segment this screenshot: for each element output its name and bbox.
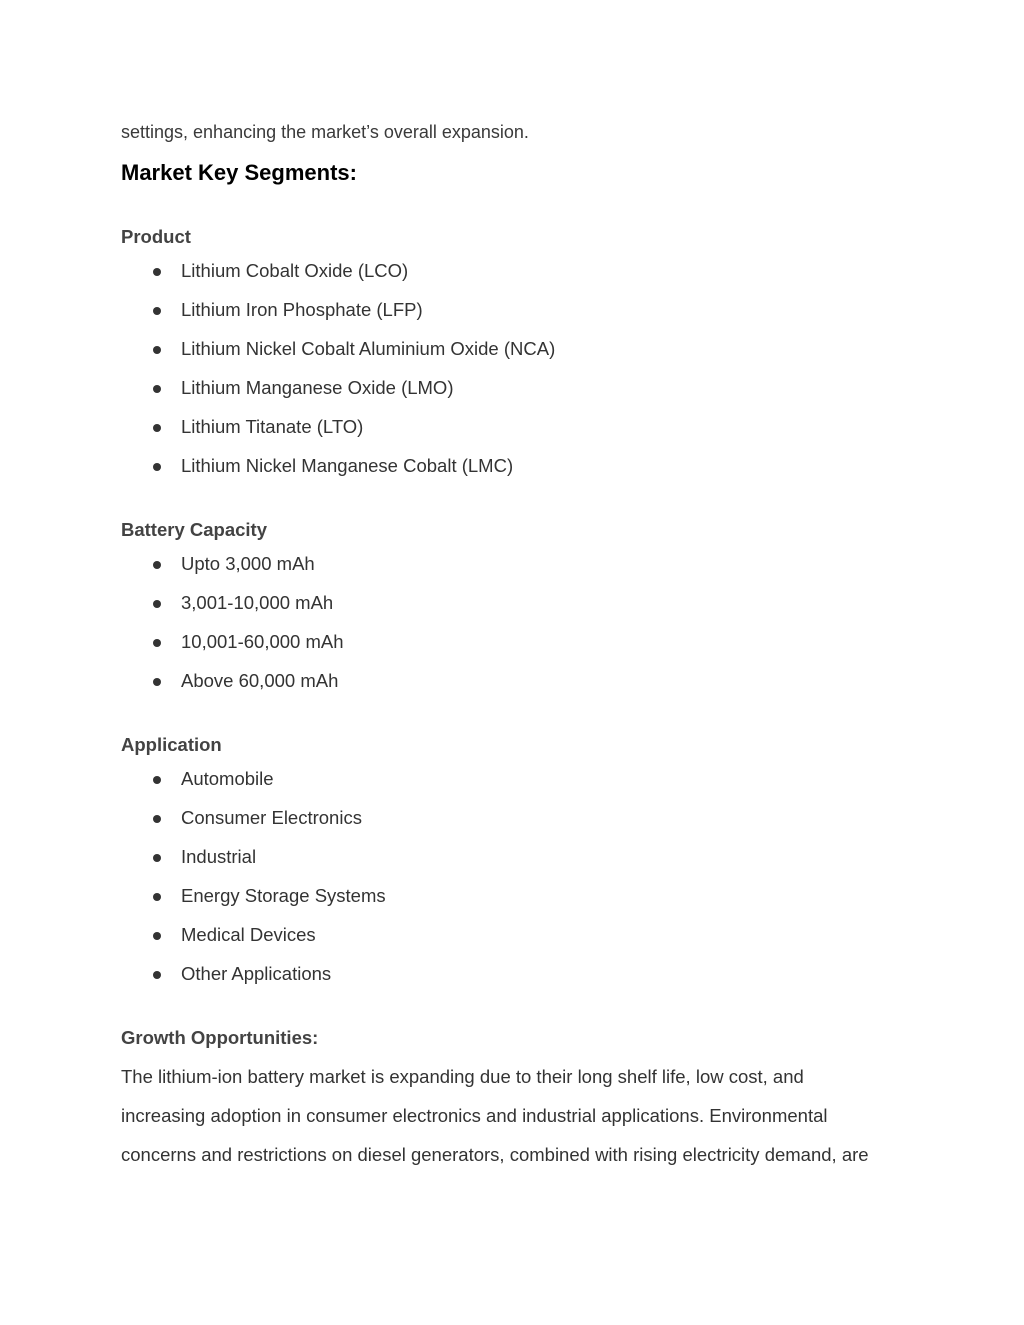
list-item: 3,001-10,000 mAh	[121, 592, 344, 631]
list-item: Medical Devices	[121, 924, 386, 963]
bullet-icon	[153, 385, 161, 393]
list-item-text: Lithium Titanate (LTO)	[181, 416, 364, 437]
list-item: Energy Storage Systems	[121, 885, 386, 924]
growth-paragraph-line: concerns and restrictions on diesel gene…	[121, 1144, 869, 1165]
growth-paragraph-line: The lithium-ion battery market is expand…	[121, 1066, 804, 1087]
list-item-text: Industrial	[181, 846, 257, 867]
list-item: Industrial	[121, 846, 386, 885]
list-item: Consumer Electronics	[121, 807, 386, 846]
list-item-text: Lithium Cobalt Oxide (LCO)	[181, 260, 409, 281]
bullet-icon	[153, 971, 161, 979]
list-item: Above 60,000 mAh	[121, 670, 344, 709]
list-item: Upto 3,000 mAh	[121, 553, 344, 592]
list-item: Lithium Nickel Manganese Cobalt (LMC)	[121, 455, 555, 494]
bullet-icon	[153, 678, 161, 686]
list-item-text: Lithium Nickel Manganese Cobalt (LMC)	[181, 455, 514, 476]
list-item: Automobile	[121, 768, 386, 807]
list-item-text: Lithium Iron Phosphate (LFP)	[181, 299, 423, 320]
bullet-icon	[153, 932, 161, 940]
list-item-text: 10,001-60,000 mAh	[181, 631, 344, 652]
list-item: Lithium Cobalt Oxide (LCO)	[121, 260, 555, 299]
segment-heading-product: Product	[121, 226, 191, 247]
list-item-text: Lithium Nickel Cobalt Aluminium Oxide (N…	[181, 338, 556, 359]
bullet-icon	[153, 268, 161, 276]
list-item: 10,001-60,000 mAh	[121, 631, 344, 670]
growth-paragraph-line: increasing adoption in consumer electron…	[121, 1105, 828, 1126]
bullet-icon	[153, 561, 161, 569]
list-item-text: Energy Storage Systems	[181, 885, 386, 906]
list-item: Other Applications	[121, 963, 386, 1002]
list-item-text: Above 60,000 mAh	[181, 670, 339, 691]
list-item-text: Other Applications	[181, 963, 332, 984]
growth-opportunities-heading: Growth Opportunities:	[121, 1027, 319, 1048]
bullet-icon	[153, 893, 161, 901]
bullet-icon	[153, 776, 161, 784]
bullet-icon	[153, 346, 161, 354]
battery-capacity-list: Upto 3,000 mAh 3,001-10,000 mAh 10,001-6…	[121, 553, 344, 709]
bullet-icon	[153, 600, 161, 608]
list-item: Lithium Titanate (LTO)	[121, 416, 555, 455]
bullet-icon	[153, 854, 161, 862]
list-item-text: Medical Devices	[181, 924, 316, 945]
section-title: Market Key Segments:	[121, 160, 357, 185]
bullet-icon	[153, 815, 161, 823]
bullet-icon	[153, 307, 161, 315]
segment-heading-battery-capacity: Battery Capacity	[121, 519, 268, 540]
list-item: Lithium Nickel Cobalt Aluminium Oxide (N…	[121, 338, 555, 377]
list-item-text: Consumer Electronics	[181, 807, 362, 828]
product-list: Lithium Cobalt Oxide (LCO) Lithium Iron …	[121, 260, 555, 494]
application-list: Automobile Consumer Electronics Industri…	[121, 768, 386, 1002]
list-item: Lithium Iron Phosphate (LFP)	[121, 299, 555, 338]
bullet-icon	[153, 424, 161, 432]
list-item: Lithium Manganese Oxide (LMO)	[121, 377, 555, 416]
list-item-text: Automobile	[181, 768, 274, 789]
bullet-icon	[153, 639, 161, 647]
intro-paragraph: settings, enhancing the market’s overall…	[121, 122, 529, 142]
list-item-text: Lithium Manganese Oxide (LMO)	[181, 377, 454, 398]
segment-heading-application: Application	[121, 734, 222, 755]
bullet-icon	[153, 463, 161, 471]
list-item-text: Upto 3,000 mAh	[181, 553, 315, 574]
list-item-text: 3,001-10,000 mAh	[181, 592, 334, 613]
